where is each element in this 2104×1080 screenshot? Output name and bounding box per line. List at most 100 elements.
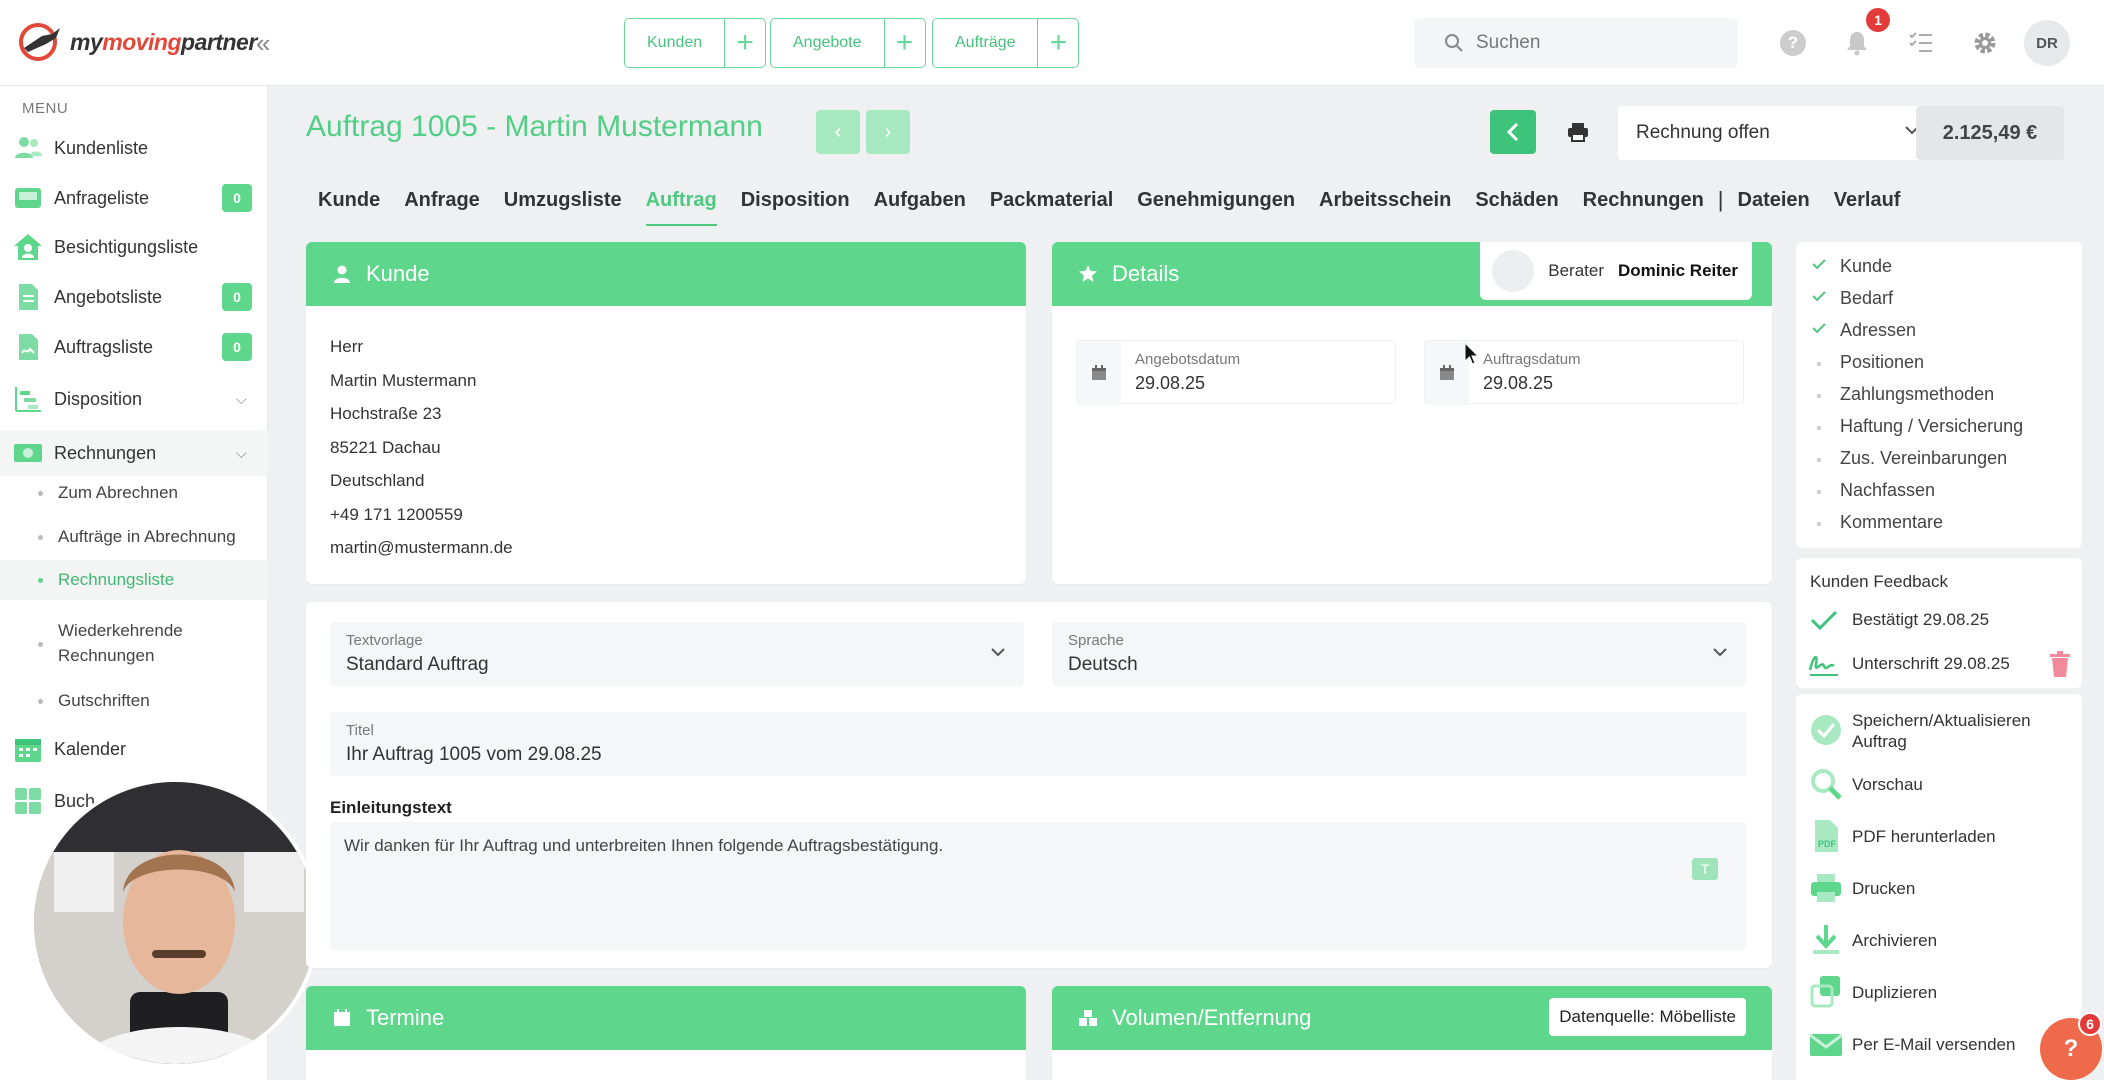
sidebar-item-kalender[interactable]: Kalender xyxy=(0,726,268,772)
textvorlage-value: Standard Auftrag xyxy=(346,654,489,675)
sidebar-item-besichtigungsliste[interactable]: Besichtigungsliste xyxy=(0,224,268,270)
presenter-video-image xyxy=(34,782,316,1064)
send-email-button[interactable]: Per E-Mail versenden xyxy=(1796,1022,2082,1066)
settings-button[interactable] xyxy=(1970,28,2000,58)
search-box xyxy=(1414,18,1738,68)
sidebar-item-disposition[interactable]: Disposition ⌵ xyxy=(0,376,268,422)
customer-phone[interactable]: +49 171 1200559 xyxy=(330,498,1026,532)
text-template-icon[interactable]: T xyxy=(1692,858,1718,880)
tab-packmaterial[interactable]: Packmaterial xyxy=(978,186,1125,226)
sidebar-item-angebotsliste[interactable]: Angebotsliste 0 xyxy=(0,274,268,320)
mouse-cursor-icon xyxy=(1464,342,1480,365)
archive-label: Archivieren xyxy=(1852,931,1938,950)
tab-schaeden[interactable]: Schäden xyxy=(1463,186,1570,226)
berater-name: Dominic Reiter xyxy=(1618,261,1738,280)
back-button[interactable] xyxy=(1490,110,1536,154)
sidebar-subitem-wiederkehrende-rechnungen[interactable]: Wiederkehrende Rechnungen xyxy=(0,614,268,674)
sprache-select[interactable]: Sprache Deutsch xyxy=(1052,622,1746,686)
sidebar-subitem-label: Rechnungsliste xyxy=(58,570,175,589)
sidebar-item-kundenliste[interactable]: Kundenliste xyxy=(0,125,268,171)
tasks-button[interactable] xyxy=(1906,28,1936,58)
datenquelle-button[interactable]: Datenquelle: Möbelliste xyxy=(1549,998,1746,1036)
tab-umzugsliste[interactable]: Umzugsliste xyxy=(492,186,634,226)
pending-dot-icon xyxy=(1810,513,1828,531)
sidebar-item-anfrageliste[interactable]: Anfrageliste 0 xyxy=(0,175,268,221)
termine-card-header: Termine xyxy=(306,986,1026,1050)
count-badge: 0 xyxy=(222,333,252,361)
signature-icon xyxy=(1808,656,1838,676)
sidebar-subitem-zum-abrechnen[interactable]: Zum Abrechnen xyxy=(0,474,268,512)
send-email-label: Per E-Mail versenden xyxy=(1852,1035,2016,1054)
tab-auftrag[interactable]: Auftrag xyxy=(634,186,729,226)
feedback-confirmed: Bestätigt 29.08.25 xyxy=(1796,600,2082,640)
sidebar-item-auftragsliste[interactable]: Auftragsliste 0 xyxy=(0,324,268,370)
next-order-button[interactable]: › xyxy=(866,110,910,154)
sidebar-subitem-label: Aufträge in Abrechnung xyxy=(58,527,236,546)
pdf-download-label: PDF herunterladen xyxy=(1852,827,1996,846)
sidebar-item-rechnungen[interactable]: Rechnungen ⌵ xyxy=(0,430,268,476)
preview-button[interactable]: Vorschau xyxy=(1796,762,2082,806)
collapse-sidebar-icon[interactable]: « xyxy=(256,28,270,59)
tab-anfrage[interactable]: Anfrage xyxy=(392,186,492,226)
angebotsdatum-value: 29.08.25 xyxy=(1135,373,1206,393)
gear-icon xyxy=(1974,32,1996,54)
add-angebot-plus-icon[interactable]: + xyxy=(885,19,925,67)
user-avatar[interactable]: DR xyxy=(2024,20,2070,66)
add-auftrag-plus-icon[interactable]: + xyxy=(1038,19,1078,67)
duplicate-icon xyxy=(1810,976,1840,1008)
help-button[interactable]: ? xyxy=(1778,28,1808,58)
print-action-button[interactable]: Drucken xyxy=(1796,866,2082,910)
feedback-signature-label: Unterschrift 29.08.25 xyxy=(1852,654,2010,673)
trash-icon[interactable] xyxy=(2048,650,2072,678)
pdf-download-button[interactable]: PDF PDF herunterladen xyxy=(1796,814,2082,858)
termine-card-title: Termine xyxy=(366,1005,445,1030)
customer-email[interactable]: martin@mustermann.de xyxy=(330,531,1026,565)
tab-verlauf[interactable]: Verlauf xyxy=(1822,186,1913,226)
signed-document-icon xyxy=(19,334,38,360)
angebotsdatum-field[interactable]: Angebotsdatum 29.08.25 xyxy=(1076,340,1396,405)
search-input[interactable] xyxy=(1476,32,1716,54)
webcam-overlay xyxy=(30,778,320,1068)
feedback-confirmed-label: Bestätigt 29.08.25 xyxy=(1852,610,1990,629)
textvorlage-select[interactable]: Textvorlage Standard Auftrag xyxy=(330,622,1024,686)
tab-aufgaben[interactable]: Aufgaben xyxy=(862,186,978,226)
quick-angebote-button[interactable]: Angebote xyxy=(771,19,885,67)
printer-icon xyxy=(1811,874,1841,902)
quick-auftraege-button[interactable]: Aufträge xyxy=(933,19,1039,67)
einleitungstext-textarea[interactable]: Wir danken für Ihr Auftrag und unterbrei… xyxy=(330,822,1746,950)
checklist-label: Kunde xyxy=(1840,255,1893,276)
calendar-icon xyxy=(334,1009,350,1026)
save-update-button[interactable]: Speichern/Aktualisieren Auftrag xyxy=(1796,706,2082,754)
pending-dot-icon xyxy=(1810,481,1828,499)
quick-kunden-button[interactable]: Kunden xyxy=(625,19,726,67)
notifications-button[interactable] xyxy=(1842,28,1872,58)
print-button[interactable] xyxy=(1562,116,1594,148)
tab-rechnungen[interactable]: Rechnungen xyxy=(1571,186,1716,226)
duplicate-button[interactable]: Duplizieren xyxy=(1796,970,2082,1014)
berater-selector[interactable]: Berater Dominic Reiter xyxy=(1480,242,1752,300)
chevron-down-icon: ⌵ xyxy=(236,444,247,461)
invoice-status-select[interactable]: Rechnung offen xyxy=(1618,106,1940,160)
sidebar-subitem-rechnungsliste[interactable]: Rechnungsliste xyxy=(0,560,268,600)
brand-logo[interactable]: mymovingpartner xyxy=(18,22,257,62)
quick-kunden: Kunden + xyxy=(624,18,767,68)
tab-kunde[interactable]: Kunde xyxy=(306,186,392,226)
previous-order-button[interactable]: ‹ xyxy=(816,110,860,154)
titel-input[interactable]: Titel Ihr Auftrag 1005 vom 29.08.25 xyxy=(330,712,1746,776)
tab-dateien[interactable]: Dateien xyxy=(1726,186,1822,226)
tab-disposition[interactable]: Disposition xyxy=(729,186,862,226)
check-icon xyxy=(1810,610,1838,631)
sidebar-subitem-gutschriften[interactable]: Gutschriften xyxy=(0,682,268,720)
check-icon xyxy=(1810,289,1828,307)
auftragsdatum-label: Auftragsdatum xyxy=(1483,351,1581,368)
sidebar-subitem-label: Zum Abrechnen xyxy=(58,483,179,502)
feedback-signature[interactable]: Unterschrift 29.08.25 xyxy=(1796,644,2082,684)
search-icon xyxy=(1445,34,1463,52)
add-kunde-plus-icon[interactable]: + xyxy=(725,19,765,67)
tab-genehmigungen[interactable]: Genehmigungen xyxy=(1125,186,1307,226)
sidebar-subitem-auftraege-in-abrechnung[interactable]: Aufträge in Abrechnung xyxy=(0,518,268,556)
count-badge: 0 xyxy=(222,283,252,311)
archive-button[interactable]: Archivieren xyxy=(1796,918,2082,962)
duplicate-label: Duplizieren xyxy=(1852,983,1938,1002)
tab-arbeitsschein[interactable]: Arbeitsschein xyxy=(1307,186,1463,226)
